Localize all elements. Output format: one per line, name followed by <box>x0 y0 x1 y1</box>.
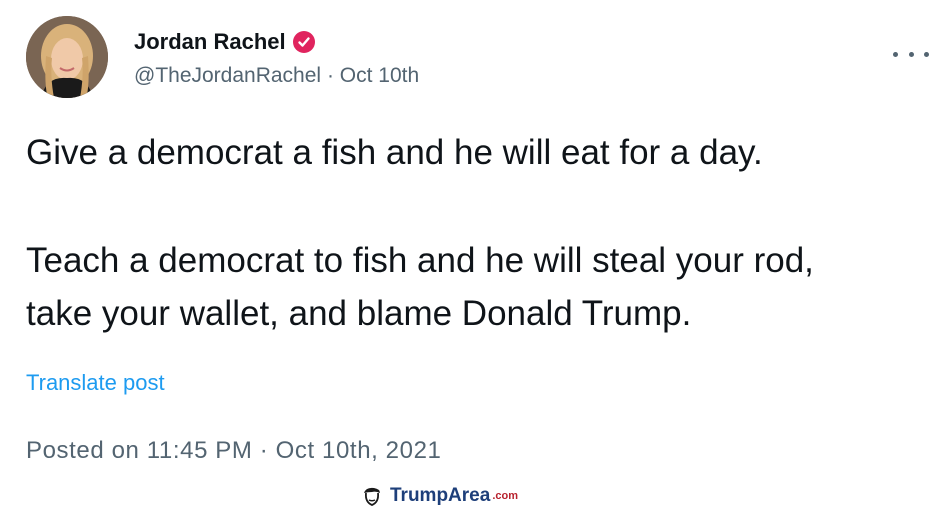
avatar-image <box>26 16 108 98</box>
author-display-name[interactable]: Jordan Rachel <box>134 28 286 56</box>
tweet-text-line: take your wallet, and blame Donald Trump… <box>26 294 692 333</box>
more-dot <box>908 51 914 57</box>
posted-timestamp: Posted on 11:45 PM · Oct 10th, 2021 <box>26 437 442 464</box>
post-date[interactable]: Oct 10th <box>340 64 419 87</box>
more-options-icon[interactable] <box>893 44 929 64</box>
meta-separator: · <box>326 64 334 87</box>
author-handle[interactable]: @TheJordanRachel <box>134 64 321 87</box>
more-dot <box>924 51 929 57</box>
more-dot <box>893 51 898 57</box>
author-name-row[interactable]: Jordan Rachel <box>134 28 316 56</box>
tweet-text-line: Teach a democrat to fish and he will ste… <box>26 241 814 280</box>
tweet-text-line: Give a democrat a fish and he will eat f… <box>26 133 763 172</box>
watermark-name: TrumpArea <box>390 485 491 506</box>
verified-badge-icon[interactable] <box>292 30 316 54</box>
avatar[interactable] <box>26 16 108 98</box>
trump-head-icon <box>360 484 384 508</box>
site-watermark: TrumpArea .com <box>360 484 518 508</box>
author-meta: @TheJordanRachel · Oct 10th <box>134 62 419 90</box>
translate-post-link[interactable]: Translate post <box>26 369 165 397</box>
watermark-tld: .com <box>492 490 518 502</box>
